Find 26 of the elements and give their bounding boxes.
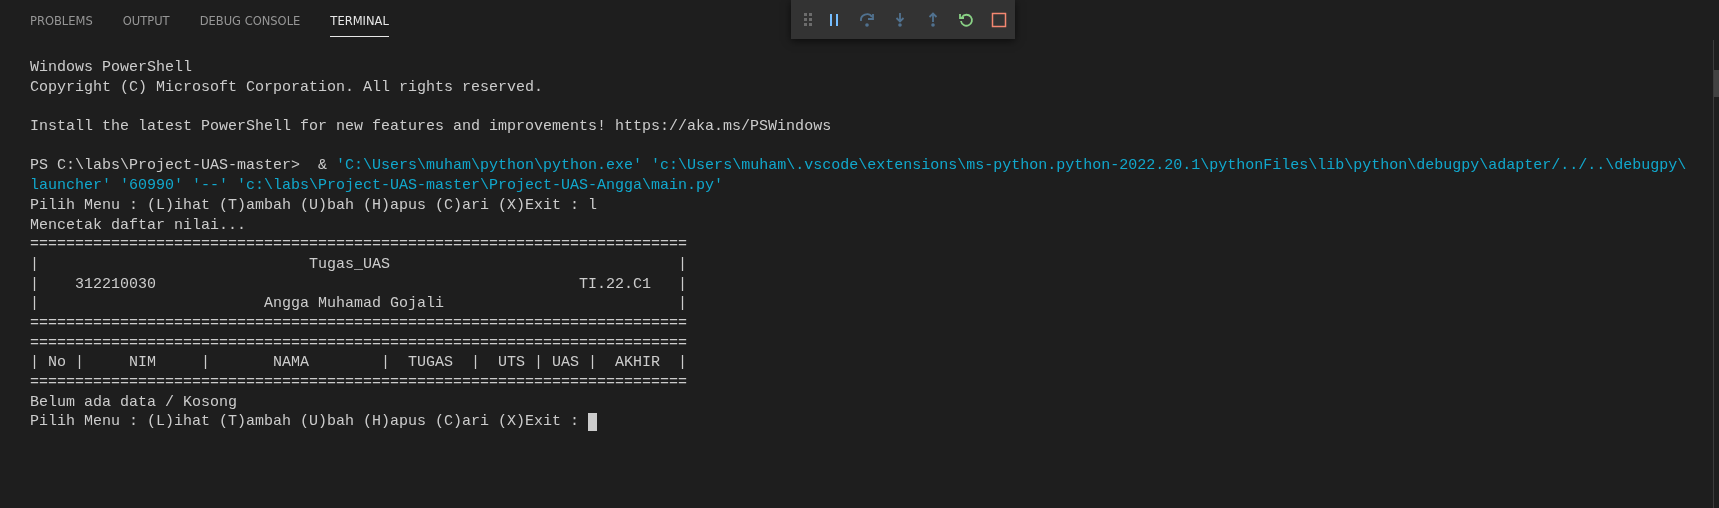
terminal-text: | No | NIM | NAMA | TUGAS | UTS | UAS | AKHIR | [30,353,688,373]
terminal-text: Install the latest PowerShell for new features and improvements! https://aka.ms/PSWindows [30,117,832,137]
terminal-text: | 312210030 TI.22.C1 | [30,274,688,295]
terminal-text: Belum ada data / Kosong [30,392,238,413]
terminal-text: Copyright (C) Microsoft Corporation. All rights reserved. [30,77,544,98]
terminal-text: ========================================================================= [30,235,688,255]
terminal-text: Windows PowerShell [30,58,193,78]
terminal-text: | Angga Muhamad Gojali | [30,294,688,314]
panel-tab[interactable]: OUTPUT [122,14,170,37]
terminal-text: ========================================================================= [30,333,688,354]
terminal-text: PS C:\labs\Project-UAS-master> & [30,156,329,177]
terminal-text: Pilih Menu : (L)ihat (T)ambah (U)bah (H)apus (C)ari (X)Exit : [30,412,581,433]
step-over-icon [859,11,875,28]
panel-tab[interactable]: DEBUG CONSOLE [199,14,301,37]
restart-icon [958,11,974,28]
terminal-text: Mencetak daftar nilai... [30,215,247,236]
terminal-text: ========================================================================= [30,373,688,393]
terminal-text: ========================================================================= [30,313,688,334]
scrollbar-thumb[interactable] [1714,70,1719,97]
stop-icon [991,11,1007,28]
terminal-text: Pilih Menu : (L)ihat (T)ambah (U)bah (H)apus (C)ari (X)Exit : l [30,195,598,216]
command-argument: launcher' '60990' '--' 'c:\labs\Project-UAS-master\Project-UAS-Angga\main.py' [30,176,724,196]
terminal-text: | Tugas_UAS | [30,254,688,275]
panel-tab[interactable]: TERMINAL [330,14,389,37]
panel-tab[interactable]: PROBLEMS [30,14,93,37]
command-argument: 'C:\Users\muham\python\python.exe' 'c:\Users\muham\.vscode\extensions\ms-python.python-2022.20.1\pythonFiles\lib\python\debugpy\adapter/../..\debugpy\ [336,156,1687,177]
